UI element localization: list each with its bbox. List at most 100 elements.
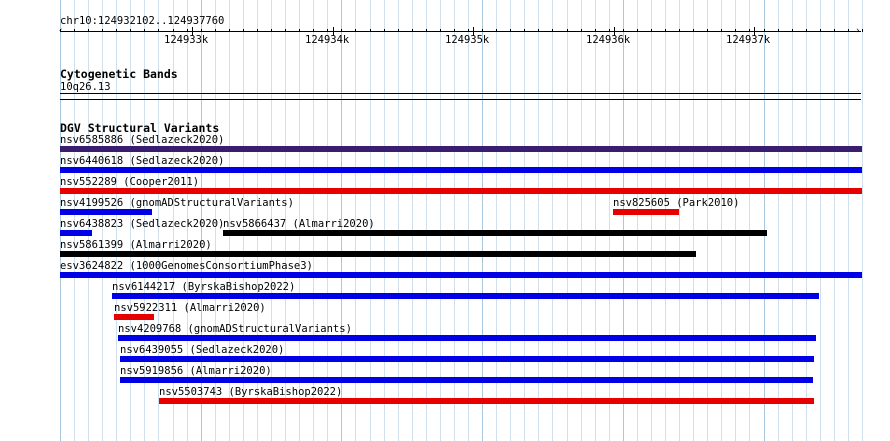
ruler-tick-label: 124936k [586, 34, 631, 46]
grid-line [792, 0, 793, 441]
grid-line [848, 0, 849, 441]
ruler-minor-tick [102, 29, 103, 32]
dgv-feature-bar[interactable] [120, 377, 813, 383]
dgv-feature-bar[interactable] [120, 356, 814, 362]
cytoband-track-title: Cytogenetic Bands [60, 67, 178, 81]
dgv-feature-bar[interactable] [60, 230, 92, 236]
grid-line [707, 0, 708, 441]
ruler-minor-tick [144, 29, 145, 32]
ruler-minor-tick [792, 29, 793, 32]
grid-line [665, 0, 666, 441]
ruler-right-arrow-icon: › [855, 26, 861, 36]
genome-browser-view[interactable]: chr10:124932102..124937760 ‹ › 124933k12… [0, 0, 890, 441]
dgv-feature-label[interactable]: nsv6438823 (Sedlazeck2020) [60, 218, 224, 230]
dgv-feature-label[interactable]: nsv825605 (Park2010) [613, 197, 739, 209]
dgv-feature-bar[interactable] [613, 209, 679, 215]
ruler-minor-tick [749, 29, 750, 32]
ruler-minor-tick [679, 29, 680, 32]
ruler-minor-tick [412, 29, 413, 32]
ruler-minor-tick [341, 29, 342, 32]
grid-line [412, 0, 413, 441]
ruler-minor-tick [764, 29, 765, 32]
grid-line [651, 0, 652, 441]
ruler-tick-label: 124935k [445, 34, 490, 46]
dgv-feature-label[interactable]: nsv5919856 (Almarri2020) [120, 365, 272, 377]
dgv-feature-label[interactable]: nsv4199526 (gnomADStructuralVariants) [60, 197, 294, 209]
dgv-feature-bar[interactable] [223, 230, 767, 236]
dgv-feature-label[interactable]: nsv5866437 (Almarri2020) [223, 218, 375, 230]
ruler-minor-tick [243, 29, 244, 32]
grid-line [538, 0, 539, 441]
ruler-minor-tick [299, 29, 300, 32]
ruler-minor-tick [567, 29, 568, 32]
cytoband-line-bottom [60, 99, 861, 100]
ruler-minor-tick [496, 29, 497, 32]
grid-line [806, 0, 807, 441]
grid-line [468, 0, 469, 441]
grid-line [834, 0, 835, 441]
dgv-feature-label[interactable]: nsv6440618 (Sedlazeck2020) [60, 155, 224, 167]
dgv-feature-label[interactable]: nsv6439055 (Sedlazeck2020) [120, 344, 284, 356]
dgv-feature-label[interactable]: esv3624822 (1000GenomesConsortiumPhase3) [60, 260, 313, 272]
ruler-minor-tick [327, 29, 328, 32]
dgv-feature-bar[interactable] [60, 272, 862, 278]
ruler-minor-tick [440, 29, 441, 32]
dgv-feature-bar[interactable] [60, 188, 862, 194]
grid-line [749, 0, 750, 441]
grid-line [496, 0, 497, 441]
grid-line [398, 0, 399, 441]
grid-line [581, 0, 582, 441]
ruler-minor-tick [848, 29, 849, 32]
grid-line [482, 0, 483, 441]
ruler-minor-tick [806, 29, 807, 32]
ruler-tick-label: 124933k [164, 34, 209, 46]
ruler-minor-tick [693, 29, 694, 32]
ruler-minor-tick [468, 29, 469, 32]
ruler-minor-tick [355, 29, 356, 32]
dgv-feature-bar[interactable] [114, 314, 154, 320]
grid-line [862, 0, 863, 441]
dgv-feature-bar[interactable] [112, 293, 819, 299]
dgv-feature-label[interactable]: nsv5922311 (Almarri2020) [114, 302, 266, 314]
dgv-feature-bar[interactable] [60, 146, 862, 152]
grid-line [552, 0, 553, 441]
ruler-minor-tick [735, 29, 736, 32]
ruler-minor-tick [454, 29, 455, 32]
ruler-minor-tick [707, 29, 708, 32]
ruler-minor-tick [637, 29, 638, 32]
ruler-minor-tick [510, 29, 511, 32]
dgv-feature-bar[interactable] [118, 335, 816, 341]
ruler-minor-tick [271, 29, 272, 32]
grid-line [454, 0, 455, 441]
ruler-minor-tick [623, 29, 624, 32]
grid-line [721, 0, 722, 441]
grid-line [440, 0, 441, 441]
ruler-minor-tick [229, 29, 230, 32]
ruler-minor-tick [778, 29, 779, 32]
grid-line [595, 0, 596, 441]
grid-line [510, 0, 511, 441]
dgv-feature-label[interactable]: nsv4209768 (gnomADStructuralVariants) [118, 323, 352, 335]
ruler-minor-tick [581, 29, 582, 32]
ruler-minor-tick [88, 29, 89, 32]
dgv-feature-bar[interactable] [60, 209, 152, 215]
ruler-minor-tick [426, 29, 427, 32]
dgv-feature-label[interactable]: nsv6585886 (Sedlazeck2020) [60, 134, 224, 146]
ruler-minor-tick [116, 29, 117, 32]
grid-line [567, 0, 568, 441]
dgv-feature-bar[interactable] [159, 398, 814, 404]
ruler-minor-tick [60, 29, 61, 32]
ruler-minor-tick [609, 29, 610, 32]
dgv-feature-label[interactable]: nsv5503743 (ByrskaBishop2022) [159, 386, 342, 398]
dgv-feature-bar[interactable] [60, 251, 696, 257]
grid-line [623, 0, 624, 441]
ruler-tick-label: 124937k [726, 34, 771, 46]
cytoband-label[interactable]: 10q26.13 [60, 81, 111, 93]
ruler-minor-tick [538, 29, 539, 32]
dgv-feature-label[interactable]: nsv6144217 (ByrskaBishop2022) [112, 281, 295, 293]
ruler-minor-tick [130, 29, 131, 32]
dgv-feature-bar[interactable] [60, 167, 862, 173]
dgv-feature-label[interactable]: nsv5861399 (Almarri2020) [60, 239, 212, 251]
dgv-feature-label[interactable]: nsv552289 (Cooper2011) [60, 176, 199, 188]
ruler-minor-tick [651, 29, 652, 32]
